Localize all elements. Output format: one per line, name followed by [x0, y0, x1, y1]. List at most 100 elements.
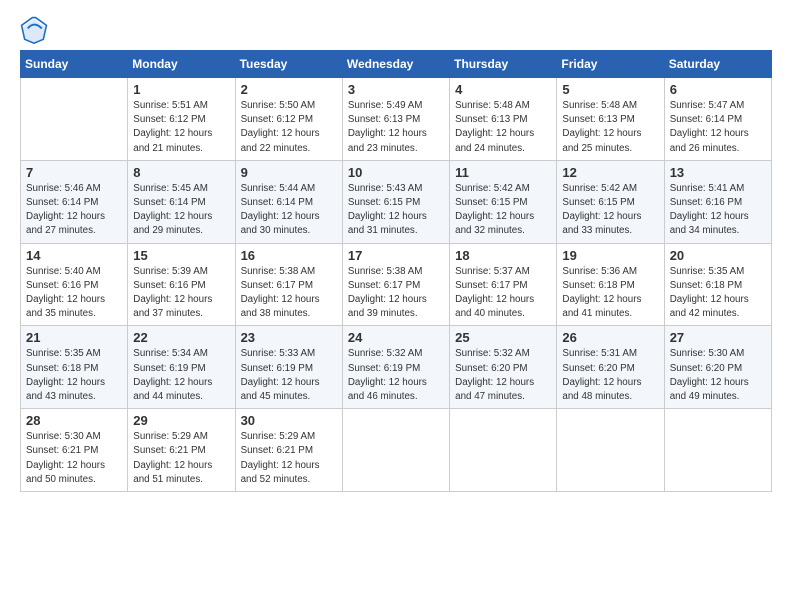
- day-cell: 3Sunrise: 5:49 AMSunset: 6:13 PMDaylight…: [342, 78, 449, 161]
- day-number: 28: [26, 413, 122, 428]
- day-info: Sunrise: 5:30 AMSunset: 6:21 PMDaylight:…: [26, 430, 122, 487]
- day-info: Sunrise: 5:33 AMSunset: 6:19 PMDaylight:…: [241, 347, 337, 404]
- day-info: Sunrise: 5:35 AMSunset: 6:18 PMDaylight:…: [26, 347, 122, 404]
- day-number: 25: [455, 330, 551, 345]
- day-cell: 18 Sunrise: 5:37 AMSunset: 6:17 PMDayligh…: [450, 243, 557, 326]
- day-info: Sunrise: 5:38 AMSunset: 6:17 PMDaylight:…: [241, 265, 337, 322]
- day-cell: [21, 78, 128, 161]
- day-number: 7: [26, 165, 122, 180]
- day-number: 16: [241, 248, 337, 263]
- day-number: 11: [455, 165, 551, 180]
- day-cell: 1Sunrise: 5:51 AMSunset: 6:12 PMDaylight…: [128, 78, 235, 161]
- day-number: 6: [670, 82, 766, 97]
- calendar-table: SundayMondayTuesdayWednesdayThursdayFrid…: [20, 50, 772, 492]
- day-cell: 28 Sunrise: 5:30 AMSunset: 6:21 PMDayligh…: [21, 409, 128, 492]
- day-number: 30: [241, 413, 337, 428]
- day-cell: 25 Sunrise: 5:32 AMSunset: 6:20 PMDayligh…: [450, 326, 557, 409]
- header-row: SundayMondayTuesdayWednesdayThursdayFrid…: [21, 51, 772, 78]
- week-row-4: 21 Sunrise: 5:35 AMSunset: 6:18 PMDayligh…: [21, 326, 772, 409]
- day-number: 10: [348, 165, 444, 180]
- day-info: Sunrise: 5:30 AMSunset: 6:20 PMDaylight:…: [670, 347, 766, 404]
- day-info: Sunrise: 5:49 AMSunset: 6:13 PMDaylight:…: [348, 99, 444, 156]
- day-cell: 2 Sunrise: 5:50 AMSunset: 6:12 PMDaylight…: [235, 78, 342, 161]
- day-info: Sunrise: 5:37 AMSunset: 6:17 PMDaylight:…: [455, 265, 551, 322]
- day-cell: 24Sunrise: 5:32 AMSunset: 6:19 PMDayligh…: [342, 326, 449, 409]
- day-cell: 17Sunrise: 5:38 AMSunset: 6:17 PMDayligh…: [342, 243, 449, 326]
- day-cell: [342, 409, 449, 492]
- day-cell: 13Sunrise: 5:41 AMSunset: 6:16 PMDayligh…: [664, 160, 771, 243]
- day-cell: [450, 409, 557, 492]
- logo-icon: [20, 16, 48, 44]
- header-cell-thursday: Thursday: [450, 51, 557, 78]
- day-number: 14: [26, 248, 122, 263]
- day-info: Sunrise: 5:34 AMSunset: 6:19 PMDaylight:…: [133, 347, 229, 404]
- calendar-header: SundayMondayTuesdayWednesdayThursdayFrid…: [21, 51, 772, 78]
- day-number: 4: [455, 82, 551, 97]
- header-cell-sunday: Sunday: [21, 51, 128, 78]
- week-row-5: 28 Sunrise: 5:30 AMSunset: 6:21 PMDayligh…: [21, 409, 772, 492]
- day-cell: 21 Sunrise: 5:35 AMSunset: 6:18 PMDayligh…: [21, 326, 128, 409]
- day-info: Sunrise: 5:42 AMSunset: 6:15 PMDaylight:…: [562, 182, 658, 239]
- header-cell-saturday: Saturday: [664, 51, 771, 78]
- day-cell: 23 Sunrise: 5:33 AMSunset: 6:19 PMDayligh…: [235, 326, 342, 409]
- day-info: Sunrise: 5:43 AMSunset: 6:15 PMDaylight:…: [348, 182, 444, 239]
- day-cell: 10 Sunrise: 5:43 AMSunset: 6:15 PMDayligh…: [342, 160, 449, 243]
- calendar-body: 1Sunrise: 5:51 AMSunset: 6:12 PMDaylight…: [21, 78, 772, 492]
- day-cell: 4 Sunrise: 5:48 AMSunset: 6:13 PMDaylight…: [450, 78, 557, 161]
- logo: [20, 16, 52, 44]
- day-cell: 26Sunrise: 5:31 AMSunset: 6:20 PMDayligh…: [557, 326, 664, 409]
- day-info: Sunrise: 5:42 AMSunset: 6:15 PMDaylight:…: [455, 182, 551, 239]
- day-cell: 22 Sunrise: 5:34 AMSunset: 6:19 PMDayligh…: [128, 326, 235, 409]
- week-row-3: 14 Sunrise: 5:40 AMSunset: 6:16 PMDayligh…: [21, 243, 772, 326]
- day-number: 24: [348, 330, 444, 345]
- day-info: Sunrise: 5:31 AMSunset: 6:20 PMDaylight:…: [562, 347, 658, 404]
- day-number: 22: [133, 330, 229, 345]
- day-number: 29: [133, 413, 229, 428]
- header-cell-monday: Monday: [128, 51, 235, 78]
- header-cell-tuesday: Tuesday: [235, 51, 342, 78]
- day-cell: 16 Sunrise: 5:38 AMSunset: 6:17 PMDayligh…: [235, 243, 342, 326]
- day-number: 27: [670, 330, 766, 345]
- day-number: 21: [26, 330, 122, 345]
- day-cell: 7 Sunrise: 5:46 AMSunset: 6:14 PMDaylight…: [21, 160, 128, 243]
- page-header: [20, 16, 772, 44]
- day-number: 1: [133, 82, 229, 97]
- day-number: 8: [133, 165, 229, 180]
- day-number: 15: [133, 248, 229, 263]
- day-number: 2: [241, 82, 337, 97]
- day-cell: 6 Sunrise: 5:47 AMSunset: 6:14 PMDaylight…: [664, 78, 771, 161]
- week-row-1: 1Sunrise: 5:51 AMSunset: 6:12 PMDaylight…: [21, 78, 772, 161]
- day-number: 20: [670, 248, 766, 263]
- day-cell: [557, 409, 664, 492]
- day-info: Sunrise: 5:32 AMSunset: 6:20 PMDaylight:…: [455, 347, 551, 404]
- day-info: Sunrise: 5:50 AMSunset: 6:12 PMDaylight:…: [241, 99, 337, 156]
- day-cell: 20Sunrise: 5:35 AMSunset: 6:18 PMDayligh…: [664, 243, 771, 326]
- day-info: Sunrise: 5:48 AMSunset: 6:13 PMDaylight:…: [455, 99, 551, 156]
- day-cell: [664, 409, 771, 492]
- day-info: Sunrise: 5:40 AMSunset: 6:16 PMDaylight:…: [26, 265, 122, 322]
- week-row-2: 7 Sunrise: 5:46 AMSunset: 6:14 PMDaylight…: [21, 160, 772, 243]
- header-cell-friday: Friday: [557, 51, 664, 78]
- day-cell: 27 Sunrise: 5:30 AMSunset: 6:20 PMDayligh…: [664, 326, 771, 409]
- day-number: 5: [562, 82, 658, 97]
- day-cell: 12Sunrise: 5:42 AMSunset: 6:15 PMDayligh…: [557, 160, 664, 243]
- day-cell: 8 Sunrise: 5:45 AMSunset: 6:14 PMDaylight…: [128, 160, 235, 243]
- day-info: Sunrise: 5:41 AMSunset: 6:16 PMDaylight:…: [670, 182, 766, 239]
- day-cell: 29 Sunrise: 5:29 AMSunset: 6:21 PMDayligh…: [128, 409, 235, 492]
- day-cell: 19Sunrise: 5:36 AMSunset: 6:18 PMDayligh…: [557, 243, 664, 326]
- day-number: 23: [241, 330, 337, 345]
- day-info: Sunrise: 5:39 AMSunset: 6:16 PMDaylight:…: [133, 265, 229, 322]
- header-cell-wednesday: Wednesday: [342, 51, 449, 78]
- day-info: Sunrise: 5:48 AMSunset: 6:13 PMDaylight:…: [562, 99, 658, 156]
- day-info: Sunrise: 5:29 AMSunset: 6:21 PMDaylight:…: [241, 430, 337, 487]
- day-cell: 15 Sunrise: 5:39 AMSunset: 6:16 PMDayligh…: [128, 243, 235, 326]
- day-number: 18: [455, 248, 551, 263]
- day-cell: 5 Sunrise: 5:48 AMSunset: 6:13 PMDaylight…: [557, 78, 664, 161]
- day-info: Sunrise: 5:46 AMSunset: 6:14 PMDaylight:…: [26, 182, 122, 239]
- day-cell: 11 Sunrise: 5:42 AMSunset: 6:15 PMDayligh…: [450, 160, 557, 243]
- day-info: Sunrise: 5:47 AMSunset: 6:14 PMDaylight:…: [670, 99, 766, 156]
- day-info: Sunrise: 5:29 AMSunset: 6:21 PMDaylight:…: [133, 430, 229, 487]
- day-info: Sunrise: 5:45 AMSunset: 6:14 PMDaylight:…: [133, 182, 229, 239]
- day-cell: 14 Sunrise: 5:40 AMSunset: 6:16 PMDayligh…: [21, 243, 128, 326]
- day-info: Sunrise: 5:44 AMSunset: 6:14 PMDaylight:…: [241, 182, 337, 239]
